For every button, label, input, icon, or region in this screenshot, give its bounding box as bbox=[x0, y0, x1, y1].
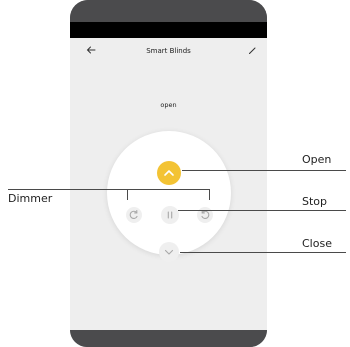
rotate-right-icon bbox=[129, 210, 138, 219]
dimmer-callout-label: Dimmer bbox=[8, 192, 53, 205]
chevron-up-icon bbox=[164, 170, 174, 176]
open-callout-label: Open bbox=[302, 153, 332, 166]
pencil-icon[interactable] bbox=[248, 46, 257, 55]
phone-bottom-bezel bbox=[70, 330, 267, 347]
dimmer-bracket-top bbox=[127, 189, 210, 190]
status-bar bbox=[70, 22, 267, 38]
blinds-remote-panel bbox=[107, 131, 231, 262]
chevron-down-icon bbox=[164, 249, 174, 255]
stop-button[interactable] bbox=[161, 206, 179, 224]
stop-callout-line bbox=[178, 210, 346, 211]
close-callout-label: Close bbox=[302, 237, 332, 250]
close-button[interactable] bbox=[159, 242, 179, 262]
pause-icon bbox=[167, 211, 173, 219]
close-callout-line bbox=[180, 252, 346, 253]
dimmer-bracket-right bbox=[209, 189, 210, 200]
dimmer-callout-line bbox=[8, 189, 128, 190]
open-button[interactable] bbox=[157, 161, 181, 185]
phone-frame: Smart Blinds open bbox=[70, 0, 267, 347]
open-callout-line bbox=[182, 170, 346, 171]
blinds-status: open bbox=[160, 101, 177, 109]
stop-callout-label: Stop bbox=[302, 195, 328, 208]
dimmer-bracket-left bbox=[127, 189, 128, 200]
dimmer-left-button[interactable] bbox=[126, 207, 142, 223]
page-title: Smart Blinds bbox=[146, 47, 191, 55]
